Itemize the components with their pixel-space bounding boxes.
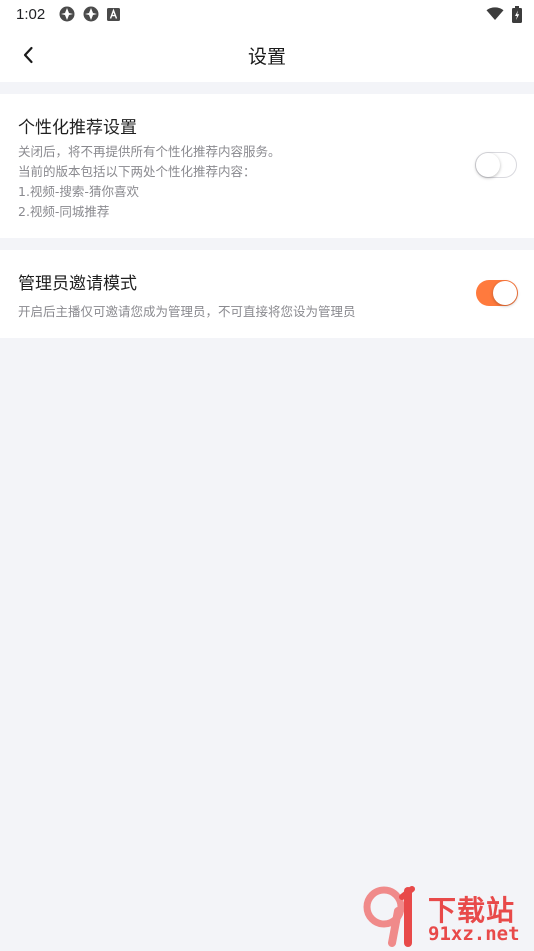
- chevron-left-icon: [22, 46, 34, 64]
- wifi-icon: [486, 7, 504, 21]
- back-button[interactable]: [10, 37, 46, 73]
- battery-charging-icon: [512, 5, 522, 23]
- personalized-recommendation-toggle[interactable]: [475, 152, 517, 178]
- setting-title: 个性化推荐设置: [18, 118, 137, 138]
- description-line: 关闭后，将不再提供所有个性化推荐内容服务。: [18, 144, 281, 159]
- setting-description: 开启后主播仅可邀请您成为管理员，不可直接将您设为管理员: [18, 302, 356, 322]
- setting-title: 管理员邀请模式: [18, 274, 137, 294]
- toggle-knob: [493, 281, 517, 305]
- description-line: 当前的版本包括以下两处个性化推荐内容：: [18, 164, 256, 179]
- watermark-url: 91xz.net: [428, 923, 520, 945]
- toggle-knob: [476, 153, 500, 177]
- description-line: 2.视频-同城推荐: [18, 204, 110, 219]
- personalized-recommendation-setting: 个性化推荐设置 关闭后，将不再提供所有个性化推荐内容服务。 当前的版本包括以下两…: [0, 94, 534, 238]
- status-icons-left: [59, 6, 121, 22]
- status-bar: 1:02: [0, 0, 534, 28]
- watermark-logo-icon: [362, 885, 426, 947]
- status-icons-right: [486, 5, 522, 23]
- app-icon: [83, 6, 99, 22]
- status-time: 1:02: [16, 5, 46, 23]
- header: 设置: [0, 28, 534, 82]
- admin-invite-mode-toggle[interactable]: [476, 280, 518, 306]
- watermark: 下载站 91xz.net: [362, 885, 530, 947]
- setting-description: 关闭后，将不再提供所有个性化推荐内容服务。 当前的版本包括以下两处个性化推荐内容…: [18, 142, 281, 222]
- description-line: 1.视频-搜索-猜你喜欢: [18, 184, 139, 199]
- page-title: 设置: [247, 45, 286, 68]
- description-line: 开启后主播仅可邀请您成为管理员，不可直接将您设为管理员: [18, 304, 356, 319]
- keyboard-a-icon: [107, 7, 121, 21]
- admin-invite-mode-setting: 管理员邀请模式 开启后主播仅可邀请您成为管理员，不可直接将您设为管理员: [0, 250, 534, 338]
- app-icon: [59, 6, 75, 22]
